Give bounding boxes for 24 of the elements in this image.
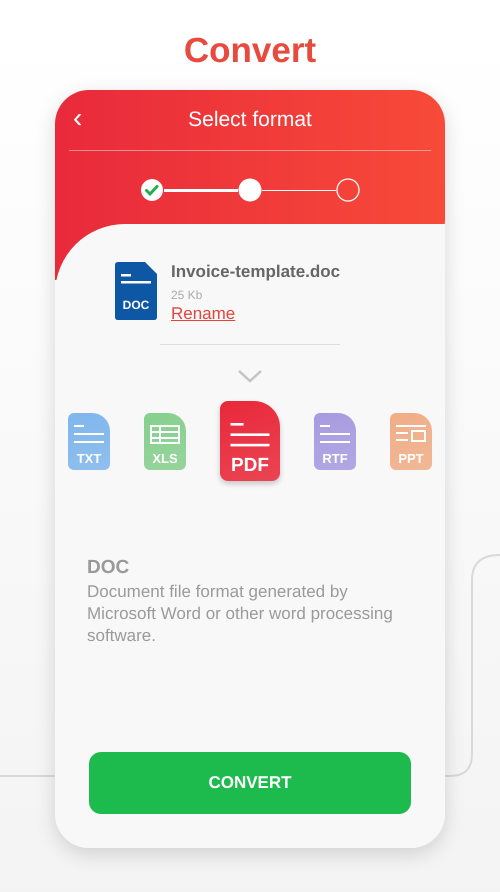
file-size: 25 Kb <box>171 288 204 302</box>
chevron-down-icon <box>237 369 263 383</box>
slide-icon <box>396 424 426 444</box>
text-lines-icon <box>228 423 272 449</box>
promo-heading: Convert <box>184 30 316 72</box>
format-option[interactable]: RTF <box>314 412 356 470</box>
rename-link[interactable]: Rename <box>171 304 340 324</box>
step-current-icon <box>238 178 262 202</box>
table-icon <box>150 424 180 444</box>
format-description: Document file format generated by Microsoft Word or other word processing software. <box>87 581 394 647</box>
format-option[interactable]: PPT <box>390 412 432 470</box>
text-lines-icon <box>320 424 350 444</box>
format-title: DOC <box>87 557 130 579</box>
step-pending-icon <box>336 178 360 202</box>
back-button[interactable]: ‹ <box>69 104 86 132</box>
screen-title: Select format <box>188 108 312 132</box>
format-option[interactable]: TXT <box>68 412 110 470</box>
format-option[interactable]: XLS <box>144 412 186 470</box>
file-type-label: DOC <box>122 298 150 312</box>
convert-button[interactable]: CONVERT <box>89 752 411 814</box>
text-lines-icon <box>74 424 104 444</box>
format-option[interactable]: PDF <box>220 401 280 481</box>
file-name: Invoice-template.doc <box>171 262 340 282</box>
step-done-icon <box>140 178 164 202</box>
